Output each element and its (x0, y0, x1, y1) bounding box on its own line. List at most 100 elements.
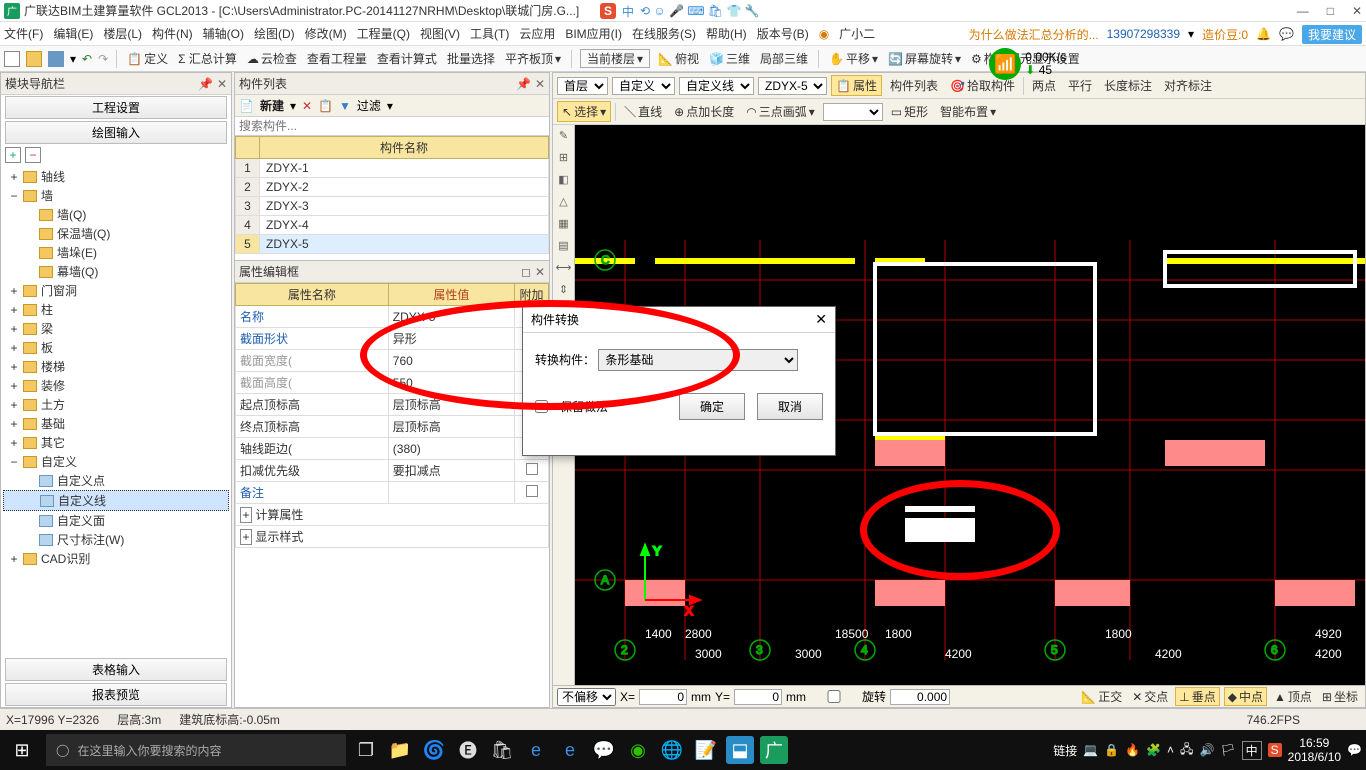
action-center-icon[interactable]: 💬 (1347, 743, 1362, 757)
tool-mirror-icon[interactable]: △ (555, 195, 573, 213)
define-button[interactable]: 📋定义 (125, 50, 170, 67)
ime-floatbar[interactable]: S 中 ⟲ ☺ 🎤 ⌨ 🛍 👕 🔧 (600, 0, 760, 22)
edge-icon[interactable]: e (522, 736, 550, 764)
tree-item[interactable]: 自定义线 (3, 490, 229, 511)
menu-assistant-icon[interactable]: ◉ (819, 27, 829, 41)
tool-7-icon[interactable]: ⟷ (555, 261, 573, 279)
news-text[interactable]: 为什么做法汇总分析的... (969, 26, 1099, 43)
close-panel-icon[interactable]: ✕ (535, 77, 545, 91)
engineering-settings-button[interactable]: 工程设置 (5, 96, 227, 119)
collapse-all-button[interactable]: − (25, 147, 41, 163)
component-tree[interactable]: +轴线−墙墙(Q)保温墙(Q)墙垛(E)幕墙(Q)+门窗洞+柱+梁+板+楼梯+装… (1, 165, 231, 657)
length-dim-button[interactable]: 长度标注 (1100, 76, 1156, 95)
component-row[interactable]: 5ZDYX-5 (236, 235, 549, 254)
ime-zhong[interactable]: 中 (622, 3, 634, 20)
tree-item[interactable]: 墙垛(E) (3, 243, 229, 262)
align-dim-button[interactable]: 对齐标注 (1160, 76, 1216, 95)
delete-icon[interactable]: ✕ (302, 99, 312, 113)
tree-item[interactable]: +柱 (3, 300, 229, 319)
local-3d-button[interactable]: 局部三维 (758, 50, 810, 67)
tray-sound-icon[interactable]: 🔊 (1199, 743, 1214, 757)
browser-icon[interactable]: 🌐 (658, 736, 686, 764)
menu-view[interactable]: 视图(V) (420, 25, 460, 42)
three-point-arc-button[interactable]: ◠三点画弧▾ (742, 102, 819, 121)
menu-bim[interactable]: BIM应用(I) (565, 25, 622, 42)
component-row[interactable]: 3ZDYX-3 (236, 197, 549, 216)
menu-help[interactable]: 帮助(H) (706, 25, 747, 42)
component-row[interactable]: 1ZDYX-1 (236, 159, 549, 178)
property-row[interactable]: 截面高度(550 (236, 372, 549, 394)
view-formula-button[interactable]: 查看计算式 (375, 50, 439, 67)
cancel-button[interactable]: 取消 (757, 393, 823, 420)
perp-button[interactable]: ⊥垂点 (1175, 687, 1219, 706)
component-row[interactable]: 2ZDYX-2 (236, 178, 549, 197)
component-row[interactable]: 4ZDYX-4 (236, 216, 549, 235)
tree-item[interactable]: 保温墙(Q) (3, 224, 229, 243)
maximize-button[interactable]: □ (1327, 4, 1334, 18)
offset-mode-select[interactable]: 不偏移 (557, 688, 616, 706)
taskbar-search[interactable]: ◯ 在这里输入你要搜索的内容 (46, 734, 346, 766)
rect-button[interactable]: ▭矩形 (887, 102, 932, 121)
new-button[interactable]: 新建 (260, 97, 284, 114)
tree-item[interactable]: +基础 (3, 414, 229, 433)
batch-select-button[interactable]: 批量选择 (445, 50, 497, 67)
rotate-input[interactable] (890, 689, 950, 705)
filter-icon[interactable]: ▼ (339, 99, 351, 113)
convert-select[interactable]: 条形基础 (598, 349, 798, 371)
property-row[interactable]: 备注 (236, 482, 549, 504)
tree-item[interactable]: +门窗洞 (3, 281, 229, 300)
menu-quantity[interactable]: 工程量(Q) (357, 25, 410, 42)
tray-sogou-icon[interactable]: S (1268, 743, 1282, 757)
menu-modify[interactable]: 修改(M) (305, 25, 347, 42)
expand-all-button[interactable]: + (5, 147, 21, 163)
pin-icon[interactable]: 📌 (516, 77, 531, 91)
close-button[interactable]: ✕ (1352, 4, 1362, 18)
taskbar-clock[interactable]: 16:59 2018/6/10 (1288, 736, 1341, 765)
tree-item[interactable]: 自定义点 (3, 471, 229, 490)
tray-icon-2[interactable]: 🔒 (1104, 743, 1119, 757)
dialog-titlebar[interactable]: 构件转换 ✕ (523, 307, 835, 333)
close-panel-icon[interactable]: ✕ (217, 77, 227, 91)
flat-slab-button[interactable]: 平齐板顶▾ (503, 50, 563, 67)
bell-icon[interactable]: 🔔 (1256, 27, 1271, 41)
tool-grid-icon[interactable]: ⊞ (555, 151, 573, 169)
redo-icon[interactable]: ↷ (98, 52, 108, 66)
tree-item[interactable]: −墙 (3, 186, 229, 205)
top-view-button[interactable]: 📐俯视 (656, 50, 701, 67)
table-input-button[interactable]: 表格输入 (5, 658, 227, 681)
new-icon[interactable]: 📄 (239, 99, 254, 113)
explorer-icon[interactable]: 📁 (386, 736, 414, 764)
open-icon[interactable] (26, 51, 42, 67)
menu-version[interactable]: 版本号(B) (757, 25, 809, 42)
spiral-icon[interactable]: 🌀 (420, 736, 448, 764)
tool-6-icon[interactable]: ▤ (555, 239, 573, 257)
tree-item[interactable]: +轴线 (3, 167, 229, 186)
minimize-button[interactable]: — (1297, 4, 1309, 18)
menu-component[interactable]: 构件(N) (152, 25, 193, 42)
keep-method-checkbox[interactable] (535, 400, 548, 413)
menu-online[interactable]: 在线服务(S) (632, 25, 696, 42)
filter-button[interactable]: 过滤 (357, 97, 381, 114)
property-table[interactable]: 属性名称属性值附加 名称ZDYX-5截面形状异形截面宽度(760截面高度(550… (235, 283, 549, 548)
property-row[interactable]: 截面宽度(760 (236, 350, 549, 372)
property-row[interactable]: 截面形状异形 (236, 328, 549, 350)
tree-item[interactable]: +板 (3, 338, 229, 357)
report-preview-button[interactable]: 报表预览 (5, 683, 227, 706)
tool-5-icon[interactable]: ▦ (555, 217, 573, 235)
notes-icon[interactable]: 📝 (692, 736, 720, 764)
tool-pen-icon[interactable]: ✎ (555, 129, 573, 147)
tool-rect-icon[interactable]: ◧ (555, 173, 573, 191)
tree-item[interactable]: 自定义面 (3, 511, 229, 530)
menu-edit[interactable]: 编辑(E) (53, 25, 93, 42)
tray-icon-1[interactable]: 💻 (1083, 743, 1098, 757)
new-icon[interactable] (4, 51, 20, 67)
tree-item[interactable]: 幕墙(Q) (3, 262, 229, 281)
menu-cloud[interactable]: 云应用 (519, 25, 555, 42)
tree-item[interactable]: +装修 (3, 376, 229, 395)
tray-expand-icon[interactable]: ˄ (1167, 743, 1174, 757)
tray-ime[interactable]: 中 (1242, 741, 1262, 760)
component-table[interactable]: 构件名称 1ZDYX-12ZDYX-23ZDYX-34ZDYX-45ZDYX-5 (235, 136, 549, 254)
tree-item[interactable]: +土方 (3, 395, 229, 414)
view-qty-button[interactable]: 查看工程量 (305, 50, 369, 67)
tree-item[interactable]: +梁 (3, 319, 229, 338)
